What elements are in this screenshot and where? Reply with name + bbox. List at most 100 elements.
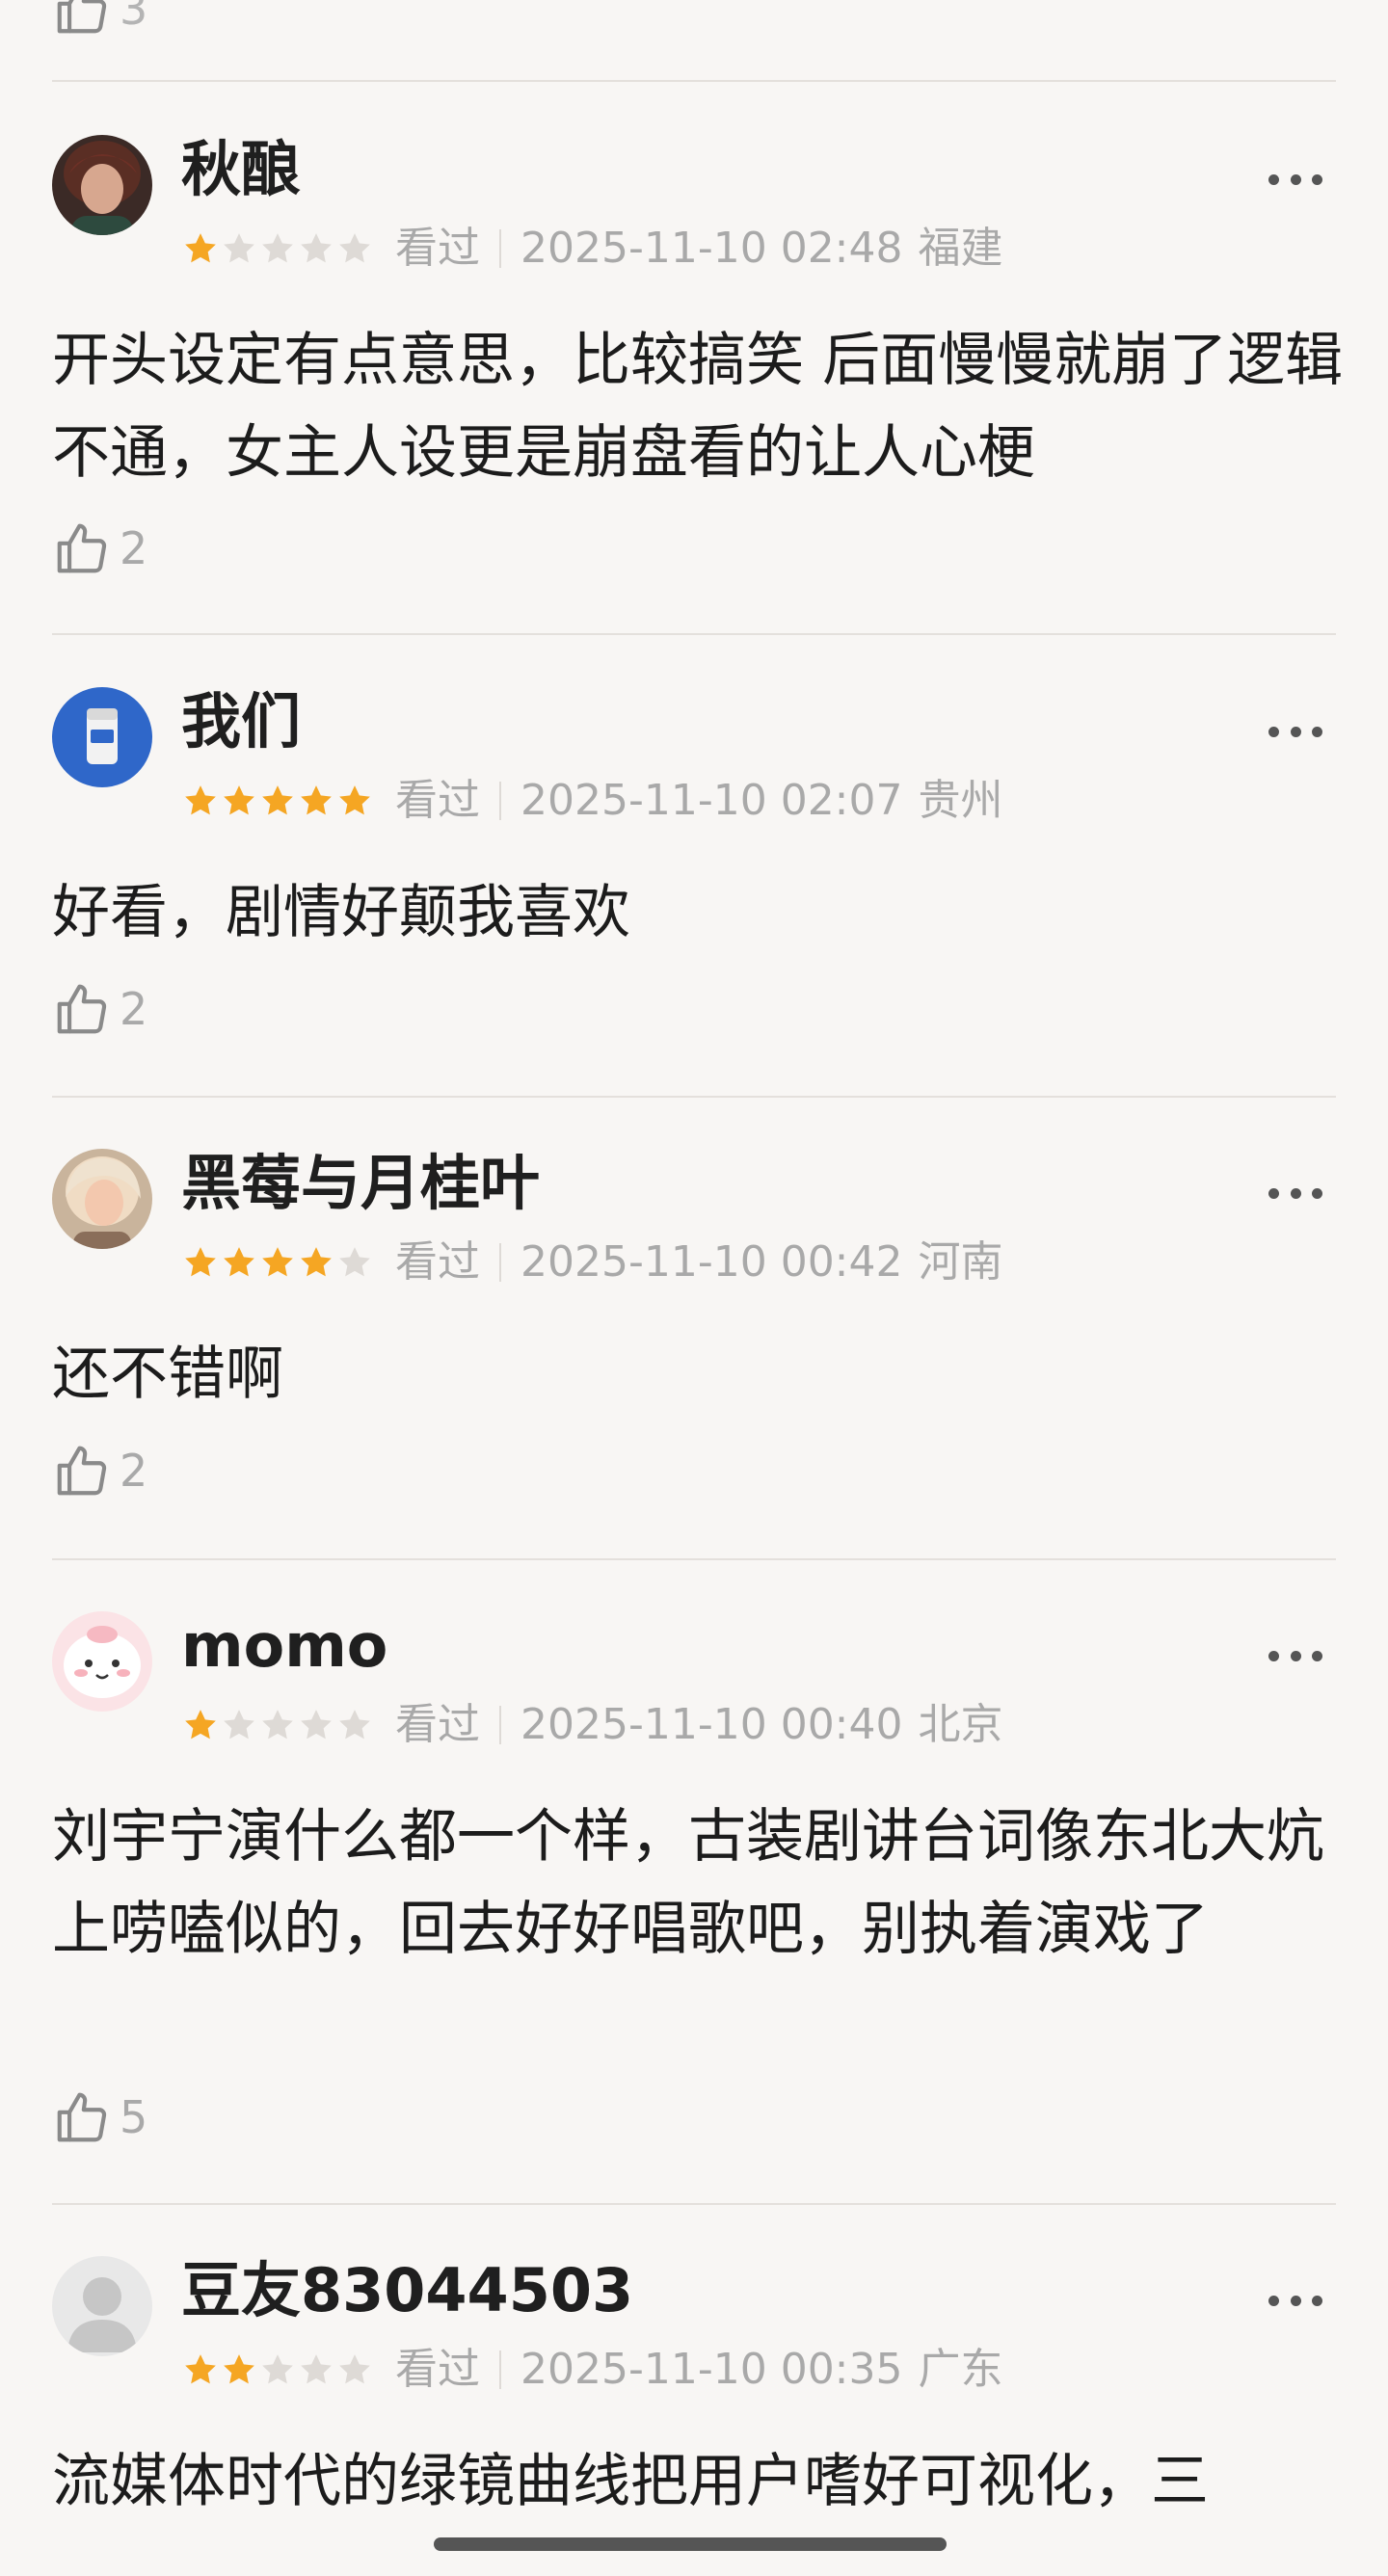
thumbs-up-icon (57, 2092, 107, 2142)
more-options-button[interactable] (1268, 172, 1322, 187)
star-empty-icon (262, 233, 293, 263)
more-dot (1312, 726, 1322, 737)
thumbs-up-icon (57, 984, 107, 1034)
cartoon-avatar-icon[interactable] (52, 1611, 152, 1712)
more-dot (1312, 173, 1322, 185)
star-empty-icon (339, 233, 370, 263)
thumbs-up-icon (57, 0, 107, 34)
watch-status: 看过 (395, 224, 480, 273)
review-location: 贵州 (918, 776, 1003, 825)
username[interactable]: 黑莓与月桂叶 (181, 1147, 540, 1220)
portrait-avatar-icon[interactable] (52, 135, 152, 235)
review-location: 广东 (918, 2345, 1003, 2394)
star-empty-icon (339, 1247, 370, 1277)
more-dot (1268, 173, 1279, 185)
meta-separator (499, 229, 501, 268)
more-dot (1290, 1650, 1301, 1661)
star-filled-icon (224, 785, 254, 815)
more-dot (1290, 173, 1301, 185)
watch-status: 看过 (395, 1700, 480, 1749)
divider (52, 633, 1336, 635)
star-empty-icon (224, 233, 254, 263)
more-dot (1312, 2295, 1322, 2306)
more-options-button[interactable] (1268, 1185, 1322, 1201)
like-count: 2 (120, 522, 148, 574)
like-button[interactable]: 2 (52, 1441, 147, 1500)
username[interactable]: momo (181, 1609, 387, 1683)
watch-status: 看过 (395, 1237, 480, 1287)
like-count: 5 (120, 2091, 148, 2143)
review-content: 刘宇宁演什么都一个样，古装剧讲台词像东北大炕上唠嗑似的，回去好好唱歌吧，别执着演… (52, 1803, 1324, 1963)
like-button[interactable]: 2 (52, 979, 147, 1039)
review-meta: 看过 2025-11-10 00:35 广东 (181, 2345, 1003, 2395)
username[interactable]: 豆友83044503 (181, 2254, 633, 2327)
meta-separator (499, 2350, 501, 2389)
review-content: 流媒体时代的绿镜曲线把用户嗜好可视化，三 (52, 2448, 1209, 2515)
more-dot (1290, 726, 1301, 737)
star-empty-icon (301, 233, 332, 263)
star-filled-icon (224, 2354, 254, 2384)
cup-avatar-icon[interactable] (52, 687, 152, 787)
star-empty-icon (339, 2354, 370, 2384)
like-button[interactable]: 2 (52, 518, 147, 578)
star-empty-icon (301, 1710, 332, 1739)
like-button[interactable]: 5 (52, 2087, 147, 2147)
divider (52, 1096, 1336, 1098)
like-button[interactable]: 3 (52, 0, 147, 39)
star-filled-icon (262, 785, 293, 815)
more-options-button[interactable] (1268, 724, 1322, 739)
star-empty-icon (224, 1710, 254, 1739)
star-rating (181, 1243, 374, 1282)
star-filled-icon (185, 1710, 216, 1739)
home-indicator[interactable] (434, 2537, 947, 2551)
star-empty-icon (262, 1710, 293, 1739)
like-count: 3 (120, 0, 148, 35)
divider (52, 80, 1336, 82)
username[interactable]: 秋酿 (181, 133, 301, 206)
review-content: 开头设定有点意思，比较搞笑 后面慢慢就崩了逻辑不通，女主人设更是崩盘看的让人心梗 (52, 327, 1344, 487)
star-rating (181, 229, 374, 268)
star-empty-icon (262, 2354, 293, 2384)
more-dot (1268, 1187, 1279, 1199)
review-time: 2025-11-10 00:40 (520, 1700, 903, 1749)
username[interactable]: 我们 (181, 685, 301, 758)
star-filled-icon (301, 1247, 332, 1277)
more-dot (1312, 1187, 1322, 1199)
review-time: 2025-11-10 00:35 (520, 2345, 903, 2394)
more-dot (1312, 1650, 1322, 1661)
review-meta: 看过 2025-11-10 00:42 河南 (181, 1237, 1003, 1288)
portrait-avatar-icon[interactable] (52, 1149, 152, 1249)
more-dot (1290, 2295, 1301, 2306)
more-dot (1290, 1187, 1301, 1199)
review-content: 还不错啊 (52, 1341, 283, 1408)
star-rating (181, 1706, 374, 1744)
review-time: 2025-11-10 00:42 (520, 1237, 903, 1287)
star-filled-icon (185, 2354, 216, 2384)
more-options-button[interactable] (1268, 1648, 1322, 1663)
review-location: 福建 (918, 224, 1003, 273)
meta-separator (499, 782, 501, 820)
review-content: 好看，剧情好颠我喜欢 (52, 879, 630, 946)
more-options-button[interactable] (1268, 2293, 1322, 2308)
review-meta: 看过 2025-11-10 02:07 贵州 (181, 776, 1003, 826)
like-count: 2 (120, 983, 148, 1035)
star-rating (181, 782, 374, 820)
review-time: 2025-11-10 02:07 (520, 776, 903, 825)
star-rating (181, 2350, 374, 2389)
star-filled-icon (185, 785, 216, 815)
watch-status: 看过 (395, 776, 480, 825)
star-filled-icon (262, 1247, 293, 1277)
star-empty-icon (301, 2354, 332, 2384)
thumbs-up-icon (57, 523, 107, 573)
review-time: 2025-11-10 02:48 (520, 224, 903, 273)
watch-status: 看过 (395, 2345, 480, 2394)
like-count: 2 (120, 1445, 148, 1497)
review-location: 北京 (918, 1700, 1003, 1749)
review-list-page: 3 秋酿 看过 2025-11-10 02:48 福建 开头设定有点意思，比较搞… (0, 0, 1388, 2576)
more-dot (1268, 1650, 1279, 1661)
default-user-avatar-icon[interactable] (52, 2256, 152, 2356)
star-filled-icon (185, 1247, 216, 1277)
meta-separator (499, 1243, 501, 1282)
star-filled-icon (185, 233, 216, 263)
review-meta: 看过 2025-11-10 00:40 北京 (181, 1700, 1003, 1750)
